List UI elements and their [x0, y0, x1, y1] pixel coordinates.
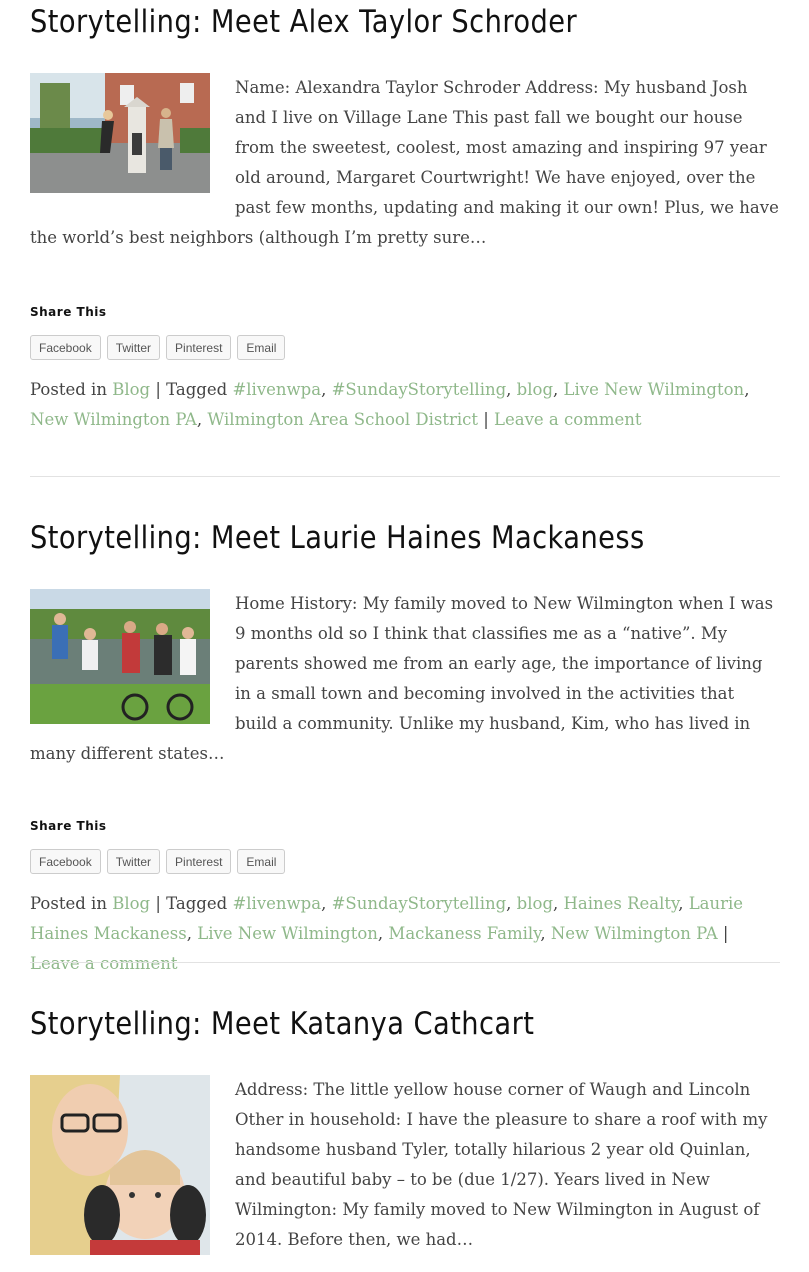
tag-link[interactable]: blog	[517, 894, 553, 913]
tag-link[interactable]: Mackaness Family	[388, 924, 540, 943]
post-thumbnail[interactable]	[30, 1075, 210, 1255]
tag-link[interactable]: blog	[517, 380, 553, 399]
share-pinterest-button[interactable]: Pinterest	[166, 849, 232, 874]
leave-comment-link[interactable]: Leave a comment	[30, 954, 177, 973]
share-heading: Share This	[30, 819, 107, 833]
post-alex-taylor-schroder: Storytelling: Meet Alex Taylor Schroder	[30, 0, 780, 435]
share-pinterest-button[interactable]: Pinterest	[166, 335, 232, 360]
post-thumbnail[interactable]	[30, 73, 210, 193]
tag-link[interactable]: Live New Wilmington	[197, 924, 378, 943]
share-buttons: Facebook Twitter Pinterest Email	[30, 335, 780, 360]
posted-in-label: Posted in	[30, 894, 107, 913]
post-thumbnail[interactable]	[30, 589, 210, 724]
tag-link[interactable]: New Wilmington PA	[551, 924, 718, 943]
share-twitter-button[interactable]: Twitter	[106, 849, 161, 874]
tagged-label: Tagged	[166, 380, 228, 399]
post-title[interactable]: Storytelling: Meet Laurie Haines Mackane…	[30, 516, 690, 560]
tag-link[interactable]: New Wilmington PA	[30, 410, 197, 429]
photo-mother-and-child-icon	[30, 1075, 210, 1255]
post-divider	[30, 476, 780, 477]
tag-link[interactable]: #SundayStorytelling	[332, 894, 507, 913]
photo-couple-by-pillar-icon	[30, 73, 210, 193]
post-divider	[30, 962, 780, 963]
post-meta: Posted in Blog | Tagged #livenwpa, #Sund…	[30, 894, 744, 973]
post-title[interactable]: Storytelling: Meet Alex Taylor Schroder	[30, 0, 690, 44]
category-link[interactable]: Blog	[112, 894, 150, 913]
posted-in-label: Posted in	[30, 380, 107, 399]
share-heading: Share This	[30, 305, 107, 319]
post-meta: Posted in Blog | Tagged #livenwpa, #Sund…	[30, 380, 750, 429]
share-facebook-button[interactable]: Facebook	[30, 849, 101, 874]
share-email-button[interactable]: Email	[237, 849, 286, 874]
category-link[interactable]: Blog	[112, 380, 150, 399]
share-buttons: Facebook Twitter Pinterest Email	[30, 849, 780, 874]
share-twitter-button[interactable]: Twitter	[106, 335, 161, 360]
tag-link[interactable]: #livenwpa	[232, 380, 321, 399]
share-email-button[interactable]: Email	[237, 335, 286, 360]
tag-link[interactable]: Live New Wilmington	[564, 380, 745, 399]
post-title[interactable]: Storytelling: Meet Katanya Cathcart	[30, 1002, 690, 1046]
tag-link[interactable]: Haines Realty	[564, 894, 679, 913]
tag-link[interactable]: #livenwpa	[232, 894, 321, 913]
tagged-label: Tagged	[166, 894, 228, 913]
tag-link[interactable]: #SundayStorytelling	[332, 380, 507, 399]
post-laurie-haines-mackaness: Storytelling: Meet Laurie Haines Mackane…	[30, 516, 780, 979]
post-katanya-cathcart: Storytelling: Meet Katanya Cathcart Addr…	[30, 1002, 780, 1265]
photo-family-by-pond-icon	[30, 589, 210, 724]
tag-link[interactable]: Wilmington Area School District	[207, 410, 478, 429]
blog-post-list: Storytelling: Meet Alex Taylor Schroder	[0, 0, 809, 1272]
share-facebook-button[interactable]: Facebook	[30, 335, 101, 360]
leave-comment-link[interactable]: Leave a comment	[494, 410, 641, 429]
